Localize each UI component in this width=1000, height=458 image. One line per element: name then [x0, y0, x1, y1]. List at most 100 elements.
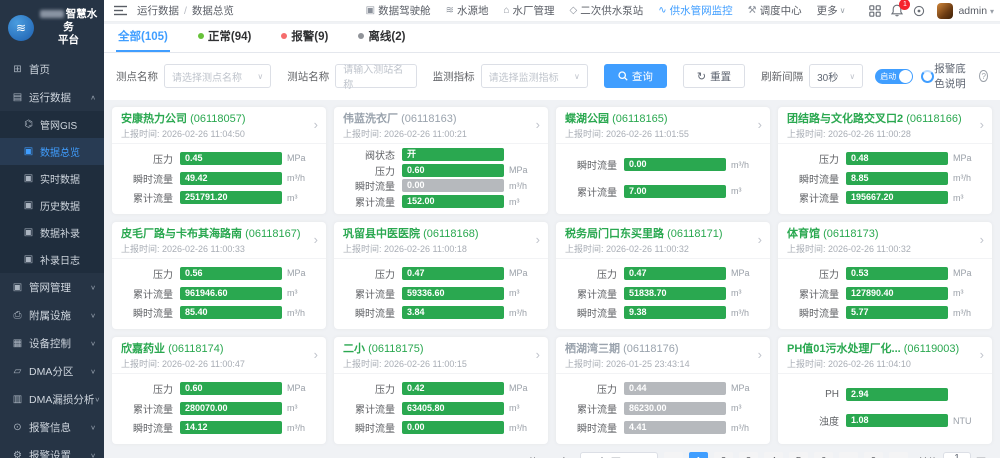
metric-unit: m³/h	[287, 173, 305, 183]
metric-row: 压力 0.48 MPa	[787, 151, 983, 166]
card-detail-arrow-icon[interactable]: ›	[758, 117, 762, 132]
sidebar-collapse-icon[interactable]	[114, 5, 127, 16]
tab-离线[interactable]: 离线(2)	[356, 22, 407, 52]
topnav-item[interactable]: ⚒ 调度中心	[748, 3, 802, 18]
point-name-label: 测点名称	[116, 70, 158, 83]
sidebar-item[interactable]: ⊙ 报警信息 ∨	[0, 413, 104, 441]
goto-page-input[interactable]: 1	[943, 451, 971, 458]
metric-unit: m³/h	[509, 180, 527, 191]
sidebar-item[interactable]: ▣ 管网管理 ∨	[0, 273, 104, 301]
metric-row: 浊度 1.08 NTU	[787, 413, 983, 428]
topnav-item-label: 二次供水泵站	[580, 5, 644, 17]
sidebar-item[interactable]: ▣ 补录日志	[0, 246, 104, 273]
next-page-button[interactable]: ›	[889, 451, 908, 458]
notification-bell-icon[interactable]: 1	[891, 0, 911, 17]
metric-value-bar: 59336.60	[402, 286, 504, 300]
sidebar-item[interactable]: ▥ DMA漏损分析 ∨	[0, 385, 104, 413]
metric-value-bar: 7.00	[624, 184, 726, 198]
card-detail-arrow-icon[interactable]: ›	[980, 117, 984, 132]
metric-unit: m³	[953, 288, 964, 298]
topnav-item[interactable]: ◇ 二次供水泵站	[570, 3, 644, 18]
page-number-button[interactable]: 2	[714, 451, 733, 458]
card-detail-arrow-icon[interactable]: ›	[980, 232, 984, 247]
card-detail-arrow-icon[interactable]: ›	[314, 347, 318, 362]
sidebar-item[interactable]: ⚙ 报警设置 ∨	[0, 441, 104, 458]
sidebar-item[interactable]: ⊞ 首页	[0, 55, 104, 83]
station-id: (06118173)	[823, 228, 879, 240]
apps-grid-icon[interactable]	[869, 4, 882, 17]
station-name-input[interactable]: 请输入测站名称	[335, 64, 417, 91]
page-number-button[interactable]: 5	[789, 451, 808, 458]
metric-label: 累计流量	[355, 198, 395, 210]
card-detail-arrow-icon[interactable]: ›	[536, 117, 540, 132]
card-detail-arrow-icon[interactable]: ›	[758, 347, 762, 362]
card-detail-arrow-icon[interactable]: ›	[314, 232, 318, 247]
page-number-button[interactable]: 4	[764, 451, 783, 458]
sidebar-item[interactable]: ⎙ 附属设施 ∨	[0, 301, 104, 329]
station-metrics: 压力 0.60 MPa 累计流量 280070.00 m³ 瞬时流量 14.12 m³/h	[112, 374, 326, 444]
report-time: 上报时间: 2026-02-26 11:00:47	[121, 359, 245, 369]
metric-unit: MPa	[953, 268, 972, 279]
screen-capture-icon[interactable]	[913, 5, 925, 17]
station-name: 栖湖湾三期 (06118176)	[565, 343, 679, 355]
tab-全部[interactable]: 全部(105)	[116, 22, 170, 52]
page-number-button[interactable]: 6	[814, 451, 833, 458]
prev-page-button[interactable]: ‹	[664, 451, 683, 458]
topnav-item[interactable]: ▣ 数据驾驶舱	[366, 3, 431, 18]
sidebar-item[interactable]: ▣ 实时数据	[0, 165, 104, 192]
page-number-button[interactable]: 3	[739, 451, 758, 458]
sidebar-item[interactable]: ▤ 运行数据 ∧	[0, 83, 104, 111]
metric-value-bar: 63405.80	[402, 401, 504, 415]
metric-label: 瞬时流量	[355, 182, 395, 194]
notification-badge: 1	[899, 0, 911, 10]
card-detail-arrow-icon[interactable]: ›	[980, 347, 984, 362]
metric-row: 瞬时流量 85.40 m³/h	[121, 305, 317, 320]
user-menu[interactable]: admin ▾	[958, 5, 994, 17]
auto-refresh-toggle[interactable]: 启动	[875, 68, 914, 84]
card-detail-arrow-icon[interactable]: ›	[758, 232, 762, 247]
breadcrumb-parent[interactable]: 运行数据	[137, 3, 179, 18]
station-metrics: 压力 0.53 MPa 累计流量 127890.40 m³ 瞬时流量 5.77 m³/h	[778, 259, 992, 329]
sidebar-item[interactable]: ▣ 数据总览	[0, 138, 104, 165]
sidebar-item[interactable]: ▱ DMA分区 ∨	[0, 357, 104, 385]
page-number-button[interactable]: 9	[864, 451, 883, 458]
topnav-item[interactable]: ≋ 水源地	[446, 3, 489, 18]
station-name: 税务局门口东买里路 (06118171)	[565, 228, 723, 240]
sidebar-item[interactable]: ⌬ 管网GIS	[0, 111, 104, 138]
metric-value-bar: 152.00	[402, 195, 504, 209]
metric-label: 压力	[153, 384, 173, 396]
metric-label: 压力	[375, 166, 395, 178]
point-name-select[interactable]: 请选择测点名称 ∨	[164, 64, 272, 88]
card-detail-arrow-icon[interactable]: ›	[314, 117, 318, 132]
tab-正常[interactable]: 正常(94)	[196, 22, 253, 52]
breadcrumb-current: 数据总览	[191, 5, 234, 17]
metric-label: 瞬时流量	[799, 174, 839, 186]
metric-select[interactable]: 请选择监测指标 ∨	[480, 64, 588, 88]
sidebar-item[interactable]: ▦ 设备控制 ∨	[0, 329, 104, 357]
tab-label: 离线(2)	[368, 31, 406, 43]
sidebar-item[interactable]: ▣ 历史数据	[0, 192, 104, 219]
station-card-header: 安康热力公司 (06118057) 上报时间: 2026-02-26 11:04:…	[112, 107, 326, 144]
topnav-item[interactable]: 更多 ∨	[817, 3, 846, 18]
user-avatar[interactable]	[937, 2, 954, 19]
tab-报警[interactable]: 报警(9)	[279, 22, 330, 52]
metric-value-bar: 0.44	[624, 381, 726, 395]
page-size-select[interactable]: 12条/页∨	[580, 451, 658, 458]
metric-unit: m³/h	[731, 307, 749, 318]
page-number-button[interactable]: 1	[689, 451, 708, 458]
search-button[interactable]: 查询	[603, 64, 667, 88]
report-time: 上报时间: 2026-02-26 11:00:32	[787, 244, 911, 254]
alarm-legend-link[interactable]: 报警底色说明 ?	[934, 61, 989, 91]
topnav-item-label: 水源地	[456, 5, 489, 17]
sidebar-item[interactable]: ▣ 数据补录	[0, 219, 104, 246]
topnav-item[interactable]: ∿ 供水管网监控	[658, 3, 732, 18]
metric-row: 累计流量 280070.00 m³	[121, 401, 317, 416]
refresh-interval-select[interactable]: 30秒 ∨	[809, 64, 864, 88]
card-detail-arrow-icon[interactable]: ›	[536, 232, 540, 247]
metric-unit: m³	[287, 192, 298, 203]
station-card: 体育馆 (06118173) 上报时间: 2026-02-26 11:00:32 ›…	[778, 222, 992, 329]
topnav-item[interactable]: ⌂ 水厂管理	[503, 3, 554, 18]
report-time: 上报时间: 2026-02-26 11:00:33	[121, 244, 245, 254]
card-detail-arrow-icon[interactable]: ›	[536, 347, 540, 362]
reset-button[interactable]: ↻ 重置	[682, 64, 746, 88]
